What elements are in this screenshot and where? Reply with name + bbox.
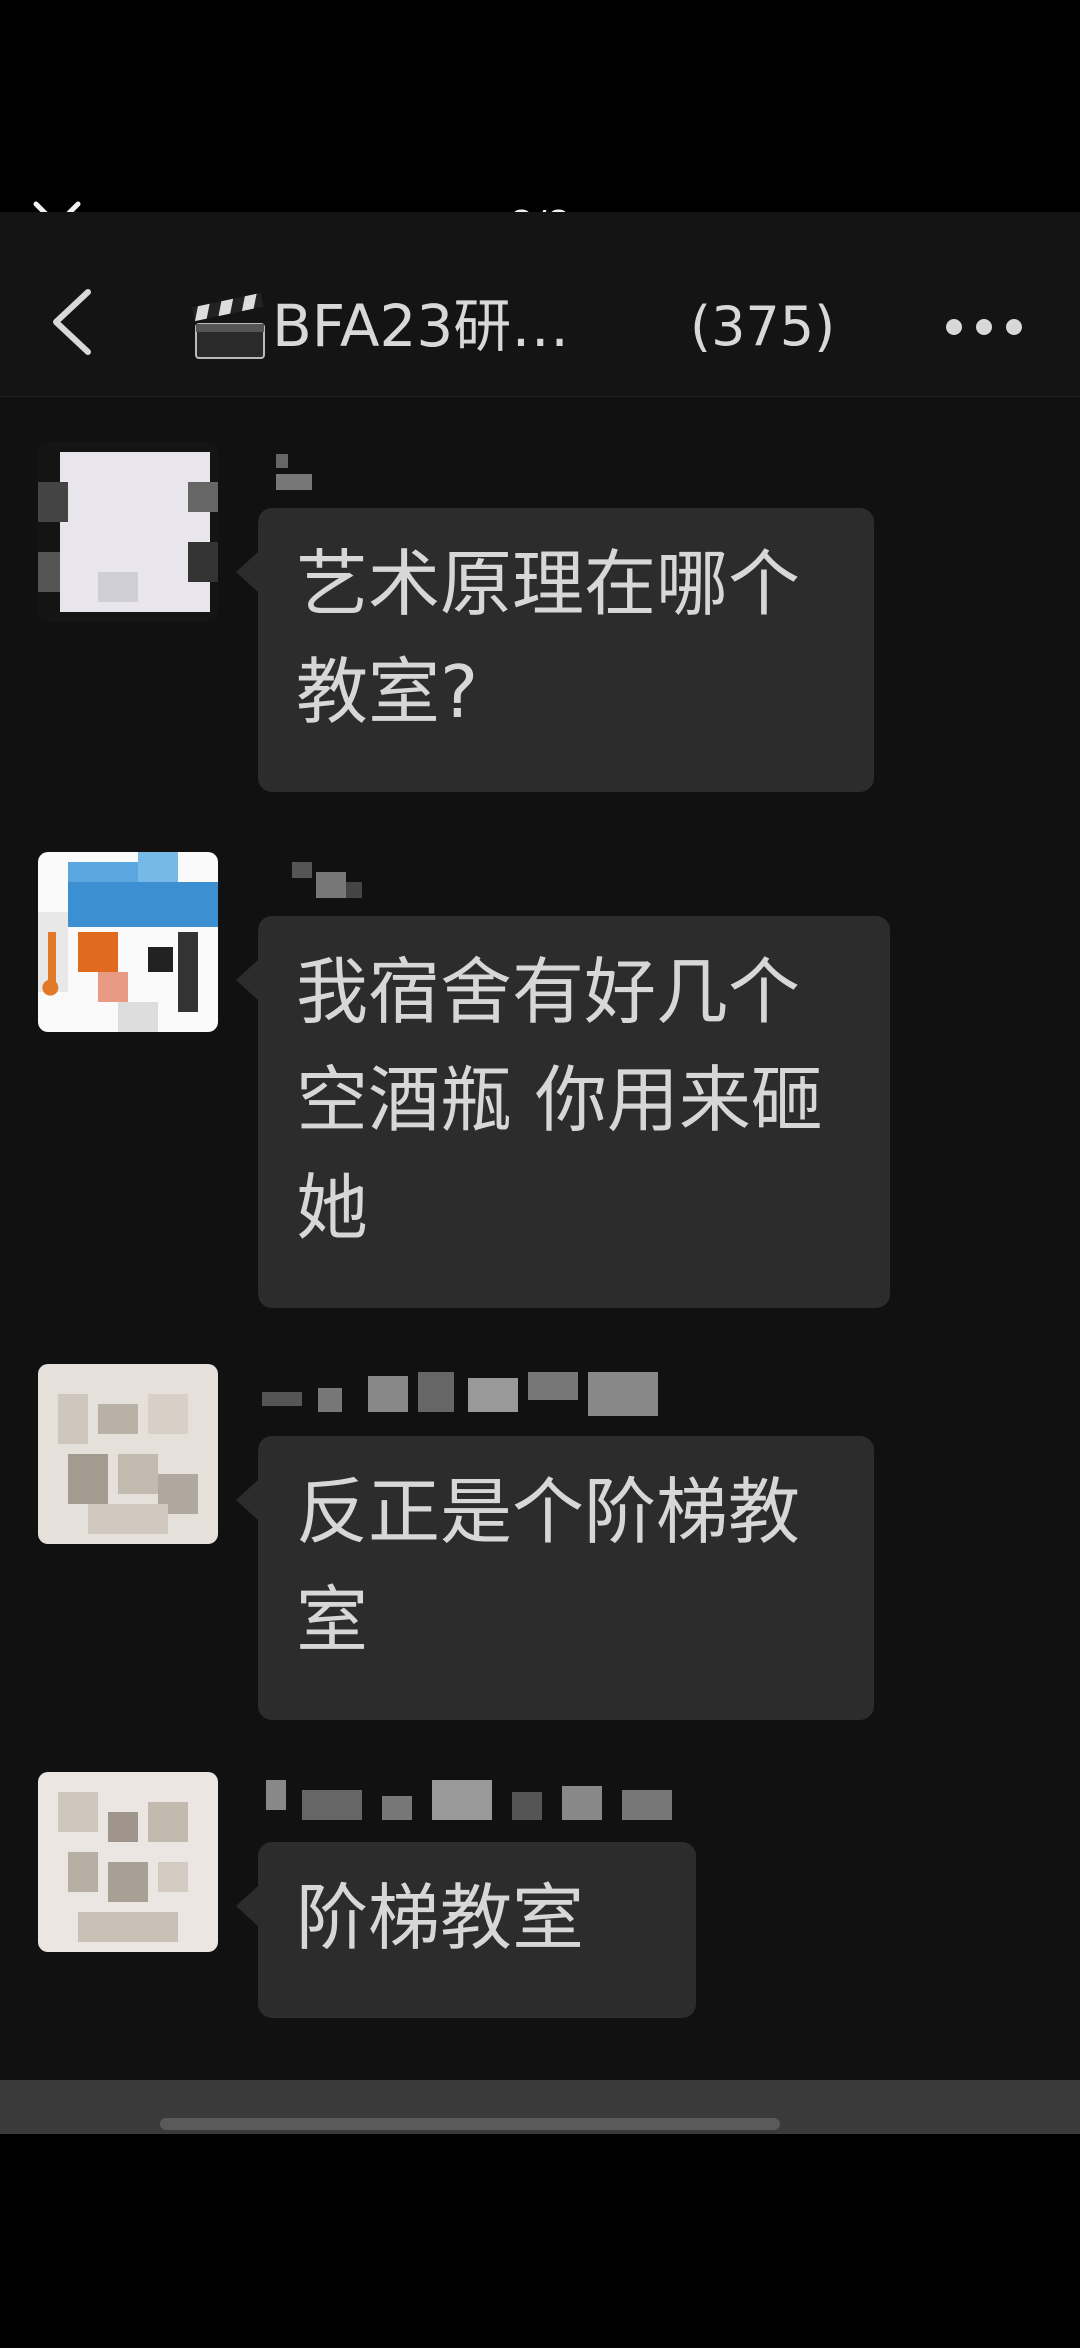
clapperboard-icon [190, 292, 270, 362]
message-text: 艺术原理在哪个教室? [296, 542, 801, 734]
sender-name [288, 858, 368, 902]
message-bubble: 我宿舍有好几个空酒瓶 你用来砸她 [236, 916, 890, 1308]
avatar[interactable] [38, 442, 218, 622]
chat-title[interactable]: BFA23研… [272, 290, 632, 362]
more-button[interactable] [938, 302, 1030, 352]
avatar[interactable] [38, 1364, 218, 1544]
image-viewer-top-bar: 8/8 [0, 0, 1080, 249]
image-viewer-bottom-bar [0, 2134, 1080, 2348]
message-text: 我宿舍有好几个空酒瓶 你用来砸她 [296, 950, 823, 1250]
chat-header: BFA23研… (375) [0, 212, 1080, 397]
sender-name [258, 1372, 678, 1416]
message-text: 反正是个阶梯教室 [296, 1470, 801, 1662]
sender-name [272, 452, 320, 496]
message-text: 阶梯教室 [296, 1876, 585, 1960]
avatar[interactable] [38, 852, 218, 1032]
more-dots-icon [946, 319, 1022, 335]
member-count: (375) [690, 295, 836, 358]
back-button[interactable] [44, 282, 104, 362]
message-bubble: 阶梯教室 [236, 1842, 696, 2018]
chat-screenshot: BFA23研… (375) 艺术原理在哪个教室? 我宿舍有好几个空酒瓶 你用来砸… [0, 212, 1080, 2134]
message-bubble: 反正是个阶梯教室 [236, 1436, 874, 1720]
message-bubble: 艺术原理在哪个教室? [236, 508, 874, 792]
sender-name [262, 1780, 682, 1824]
home-indicator [160, 2118, 780, 2130]
avatar[interactable] [38, 1772, 218, 1952]
chevron-left-icon [53, 289, 91, 355]
